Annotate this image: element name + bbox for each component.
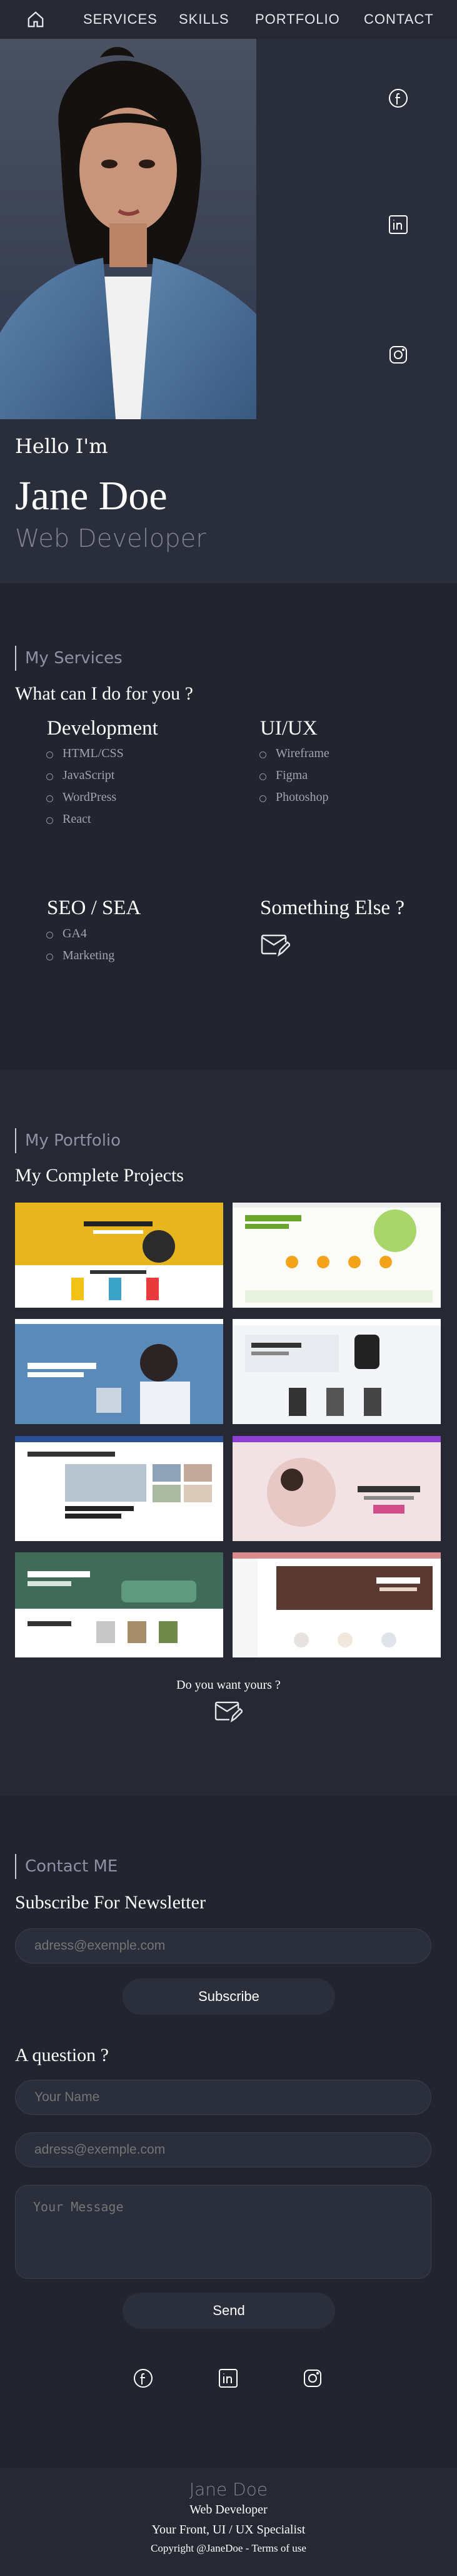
navbar: SERVICES SKILLS PORTFOLIO CONTACT	[0, 0, 457, 39]
question-heading: A question ?	[15, 2045, 109, 2065]
instagram-icon[interactable]	[302, 2368, 323, 2389]
nav-link-contact[interactable]: CONTACT	[364, 11, 434, 28]
project-thumbnail-6[interactable]	[233, 1436, 441, 1541]
service-title-uiux: UI/UX	[260, 717, 318, 740]
project-thumbnail-7[interactable]	[15, 1552, 223, 1657]
mail-edit-icon[interactable]	[214, 1699, 243, 1723]
project-thumbnail-4[interactable]	[233, 1319, 441, 1424]
send-button[interactable]: Send	[123, 2293, 335, 2329]
footer-copyright: Copyright @JaneDoe - Terms of use	[151, 2542, 306, 2554]
services-section-title: My Services	[15, 646, 123, 671]
nav-link-portfolio[interactable]: PORTFOLIO	[255, 11, 340, 28]
service-item: React	[46, 812, 91, 826]
project-thumbnail-8[interactable]	[233, 1552, 441, 1657]
linkedin-icon[interactable]	[388, 214, 409, 235]
service-item: HTML/CSS	[46, 746, 124, 760]
service-item: Wireframe	[259, 746, 329, 760]
service-item: Figma	[259, 768, 308, 782]
hero-role: Web Developer	[15, 524, 206, 553]
portfolio-cta: Do you want yours ?	[176, 1678, 281, 1692]
service-item: GA4	[46, 927, 87, 940]
service-item: JavaScript	[46, 768, 115, 782]
mail-edit-icon[interactable]	[260, 932, 290, 957]
footer-tagline: Your Front, UI / UX Specialist	[151, 2523, 306, 2537]
instagram-icon[interactable]	[388, 344, 409, 365]
profile-photo	[0, 39, 256, 419]
service-title-else: Something Else ?	[260, 897, 404, 919]
email-input[interactable]	[15, 2132, 431, 2167]
service-title-development: Development	[47, 717, 158, 740]
hero-name: Jane Doe	[15, 473, 168, 519]
subscribe-button[interactable]: Subscribe	[123, 1978, 335, 2015]
service-title-seo: SEO / SEA	[47, 897, 141, 919]
nav-link-skills[interactable]: SKILLS	[179, 11, 229, 28]
service-item: WordPress	[46, 790, 117, 804]
facebook-icon[interactable]	[133, 2368, 154, 2389]
service-item: Marketing	[46, 949, 115, 962]
portfolio-section-title: My Portfolio	[15, 1128, 121, 1153]
name-input[interactable]	[15, 2080, 431, 2115]
nav-link-services[interactable]: SERVICES	[83, 11, 158, 28]
footer-role: Web Developer	[189, 2503, 268, 2517]
project-thumbnail-3[interactable]	[15, 1319, 223, 1424]
contact-section-title: Contact ME	[15, 1854, 118, 1879]
facebook-icon[interactable]	[388, 88, 409, 109]
footer-name: Jane Doe	[189, 2479, 268, 2500]
home-icon[interactable]	[26, 10, 45, 29]
project-thumbnail-1[interactable]	[15, 1203, 223, 1308]
newsletter-heading: Subscribe For Newsletter	[15, 1892, 206, 1913]
services-heading: What can I do for you ?	[15, 683, 193, 704]
service-item: Photoshop	[259, 790, 329, 804]
project-thumbnail-2[interactable]	[233, 1203, 441, 1308]
portfolio-heading: My Complete Projects	[15, 1165, 184, 1186]
project-thumbnail-5[interactable]	[15, 1436, 223, 1541]
linkedin-icon[interactable]	[218, 2368, 239, 2389]
newsletter-email-input[interactable]	[15, 1928, 431, 1963]
message-textarea[interactable]	[15, 2185, 431, 2279]
hero-greeting: Hello I'm	[15, 434, 108, 458]
